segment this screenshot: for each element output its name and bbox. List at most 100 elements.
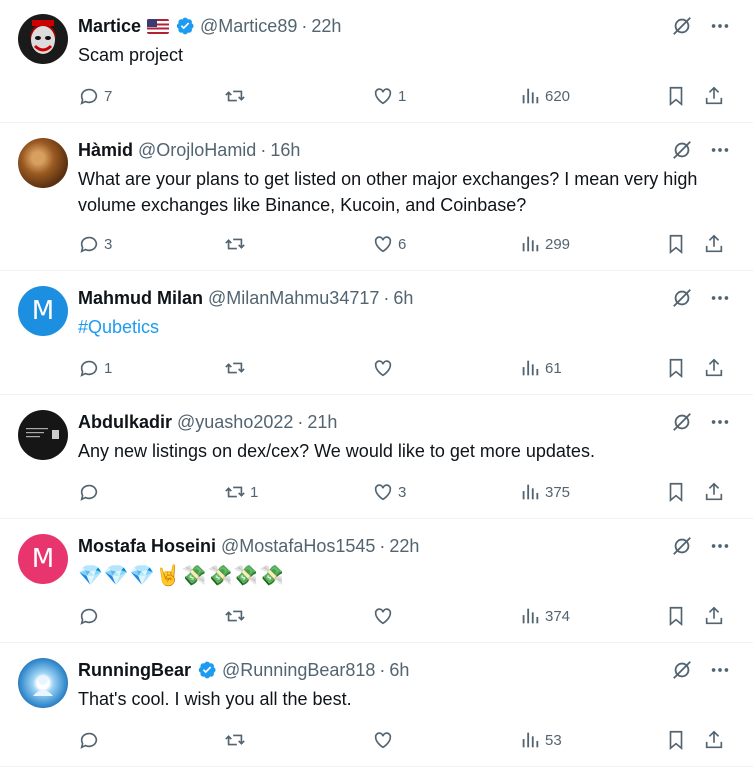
more-icon[interactable] bbox=[709, 139, 731, 161]
reply-tweet[interactable]: M Mostafa Hoseini @MostafaHos1545 · 22h … bbox=[0, 520, 753, 643]
views-icon bbox=[522, 360, 539, 376]
timestamp[interactable]: 22h bbox=[389, 536, 419, 557]
reply-icon bbox=[80, 88, 98, 105]
avatar[interactable] bbox=[18, 410, 68, 460]
view-count: 620 bbox=[545, 87, 571, 105]
timestamp[interactable]: 22h bbox=[311, 16, 341, 37]
author-handle[interactable]: @MilanMahmu34717 bbox=[208, 288, 379, 309]
author-handle[interactable]: @OrojloHamid bbox=[138, 140, 256, 161]
share-icon bbox=[705, 358, 723, 377]
bookmark-button[interactable] bbox=[665, 84, 687, 108]
avatar[interactable]: M bbox=[18, 286, 68, 336]
avatar[interactable] bbox=[18, 14, 68, 64]
more-icon[interactable] bbox=[709, 287, 731, 309]
repost-icon bbox=[225, 610, 245, 622]
reply-button[interactable]: 7 bbox=[78, 84, 112, 108]
share-button[interactable] bbox=[703, 356, 725, 380]
author-handle[interactable]: @RunningBear818 bbox=[222, 660, 375, 681]
share-button[interactable] bbox=[703, 480, 725, 504]
timestamp[interactable]: 6h bbox=[389, 660, 409, 681]
grok-icon[interactable] bbox=[671, 535, 693, 557]
reply-tweet[interactable]: M Mahmud Milan @MilanMahmu34717 · 6h #Qu… bbox=[0, 272, 753, 395]
action-bar: 53 bbox=[78, 728, 738, 752]
bookmark-button[interactable] bbox=[665, 356, 687, 380]
action-bar: 7 1 620 bbox=[78, 84, 738, 108]
author-name[interactable]: Mostafa Hoseini bbox=[78, 536, 216, 557]
avatar[interactable]: M bbox=[18, 534, 68, 584]
bookmark-icon bbox=[669, 234, 683, 255]
view-count: 375 bbox=[545, 483, 571, 501]
grok-icon[interactable] bbox=[671, 15, 693, 37]
views-button[interactable]: 61 bbox=[519, 356, 562, 380]
tweet-header: Mostafa Hoseini @MostafaHos1545 · 22h bbox=[78, 535, 420, 557]
grok-icon[interactable] bbox=[671, 659, 693, 681]
author-name[interactable]: RunningBear bbox=[78, 660, 191, 681]
share-icon bbox=[705, 234, 723, 253]
share-button[interactable] bbox=[703, 232, 725, 256]
reply-button[interactable]: 1 bbox=[78, 356, 112, 380]
bookmark-button[interactable] bbox=[665, 232, 687, 256]
action-bar: 374 bbox=[78, 604, 738, 628]
like-icon bbox=[374, 484, 392, 501]
views-button[interactable]: 375 bbox=[519, 480, 570, 504]
reply-button[interactable] bbox=[78, 604, 104, 628]
reply-tweet[interactable]: Martice @Martice89 · 22h Scam project 7 bbox=[0, 0, 753, 123]
more-icon[interactable] bbox=[709, 535, 731, 557]
views-button[interactable]: 53 bbox=[519, 728, 562, 752]
tweet-text: That's cool. I wish you all the best. bbox=[78, 689, 352, 709]
views-button[interactable]: 299 bbox=[519, 232, 570, 256]
action-bar: 1 3 375 bbox=[78, 480, 738, 504]
grok-icon[interactable] bbox=[671, 411, 693, 433]
share-button[interactable] bbox=[703, 728, 725, 752]
reply-tweet[interactable]: Abdulkadir @yuasho2022 · 21h Any new lis… bbox=[0, 396, 753, 519]
timestamp[interactable]: 21h bbox=[307, 412, 337, 433]
reply-icon bbox=[80, 236, 98, 253]
reply-tweet[interactable]: RunningBear @RunningBear818 · 6h That's … bbox=[0, 644, 753, 767]
author-handle[interactable]: @yuasho2022 bbox=[177, 412, 293, 433]
more-icon[interactable] bbox=[709, 15, 731, 37]
like-button[interactable]: 1 bbox=[372, 84, 406, 108]
repost-icon bbox=[225, 486, 245, 498]
author-name[interactable]: Mahmud Milan bbox=[78, 288, 203, 309]
like-button[interactable]: 6 bbox=[372, 232, 406, 256]
share-button[interactable] bbox=[703, 84, 725, 108]
views-button[interactable]: 374 bbox=[519, 604, 570, 628]
share-icon bbox=[705, 730, 723, 749]
reply-tweet[interactable]: Hàmid @OrojloHamid · 16h What are your p… bbox=[0, 124, 753, 271]
share-button[interactable] bbox=[703, 604, 725, 628]
tweet-emoji-text: 💎💎💎🤘💸💸💸💸 bbox=[78, 563, 286, 587]
repost-button[interactable] bbox=[224, 604, 250, 628]
views-button[interactable]: 620 bbox=[519, 84, 570, 108]
repost-button[interactable] bbox=[224, 356, 250, 380]
reply-button[interactable]: 3 bbox=[78, 232, 112, 256]
author-name[interactable]: Martice bbox=[78, 16, 141, 37]
author-handle[interactable]: @MostafaHos1545 bbox=[221, 536, 375, 557]
hashtag-link[interactable]: #Qubetics bbox=[78, 314, 713, 340]
grok-icon[interactable] bbox=[671, 139, 693, 161]
author-handle[interactable]: @Martice89 bbox=[200, 16, 297, 37]
like-button[interactable] bbox=[372, 728, 398, 752]
repost-button[interactable] bbox=[224, 84, 250, 108]
like-button[interactable] bbox=[372, 356, 398, 380]
repost-button[interactable] bbox=[224, 728, 250, 752]
avatar[interactable] bbox=[18, 138, 68, 188]
like-button[interactable] bbox=[372, 604, 398, 628]
avatar[interactable] bbox=[18, 658, 68, 708]
reply-button[interactable] bbox=[78, 728, 104, 752]
repost-icon bbox=[225, 734, 245, 746]
bookmark-button[interactable] bbox=[665, 480, 687, 504]
like-button[interactable]: 3 bbox=[372, 480, 406, 504]
more-icon[interactable] bbox=[709, 411, 731, 433]
author-name[interactable]: Hàmid bbox=[78, 140, 133, 161]
timestamp[interactable]: 6h bbox=[393, 288, 413, 309]
bookmark-button[interactable] bbox=[665, 604, 687, 628]
views-icon bbox=[522, 236, 539, 252]
reply-button[interactable] bbox=[78, 480, 104, 504]
author-name[interactable]: Abdulkadir bbox=[78, 412, 172, 433]
repost-button[interactable]: 1 bbox=[224, 480, 258, 504]
repost-button[interactable] bbox=[224, 232, 250, 256]
bookmark-button[interactable] bbox=[665, 728, 687, 752]
timestamp[interactable]: 16h bbox=[270, 140, 300, 161]
grok-icon[interactable] bbox=[671, 287, 693, 309]
more-icon[interactable] bbox=[709, 659, 731, 681]
